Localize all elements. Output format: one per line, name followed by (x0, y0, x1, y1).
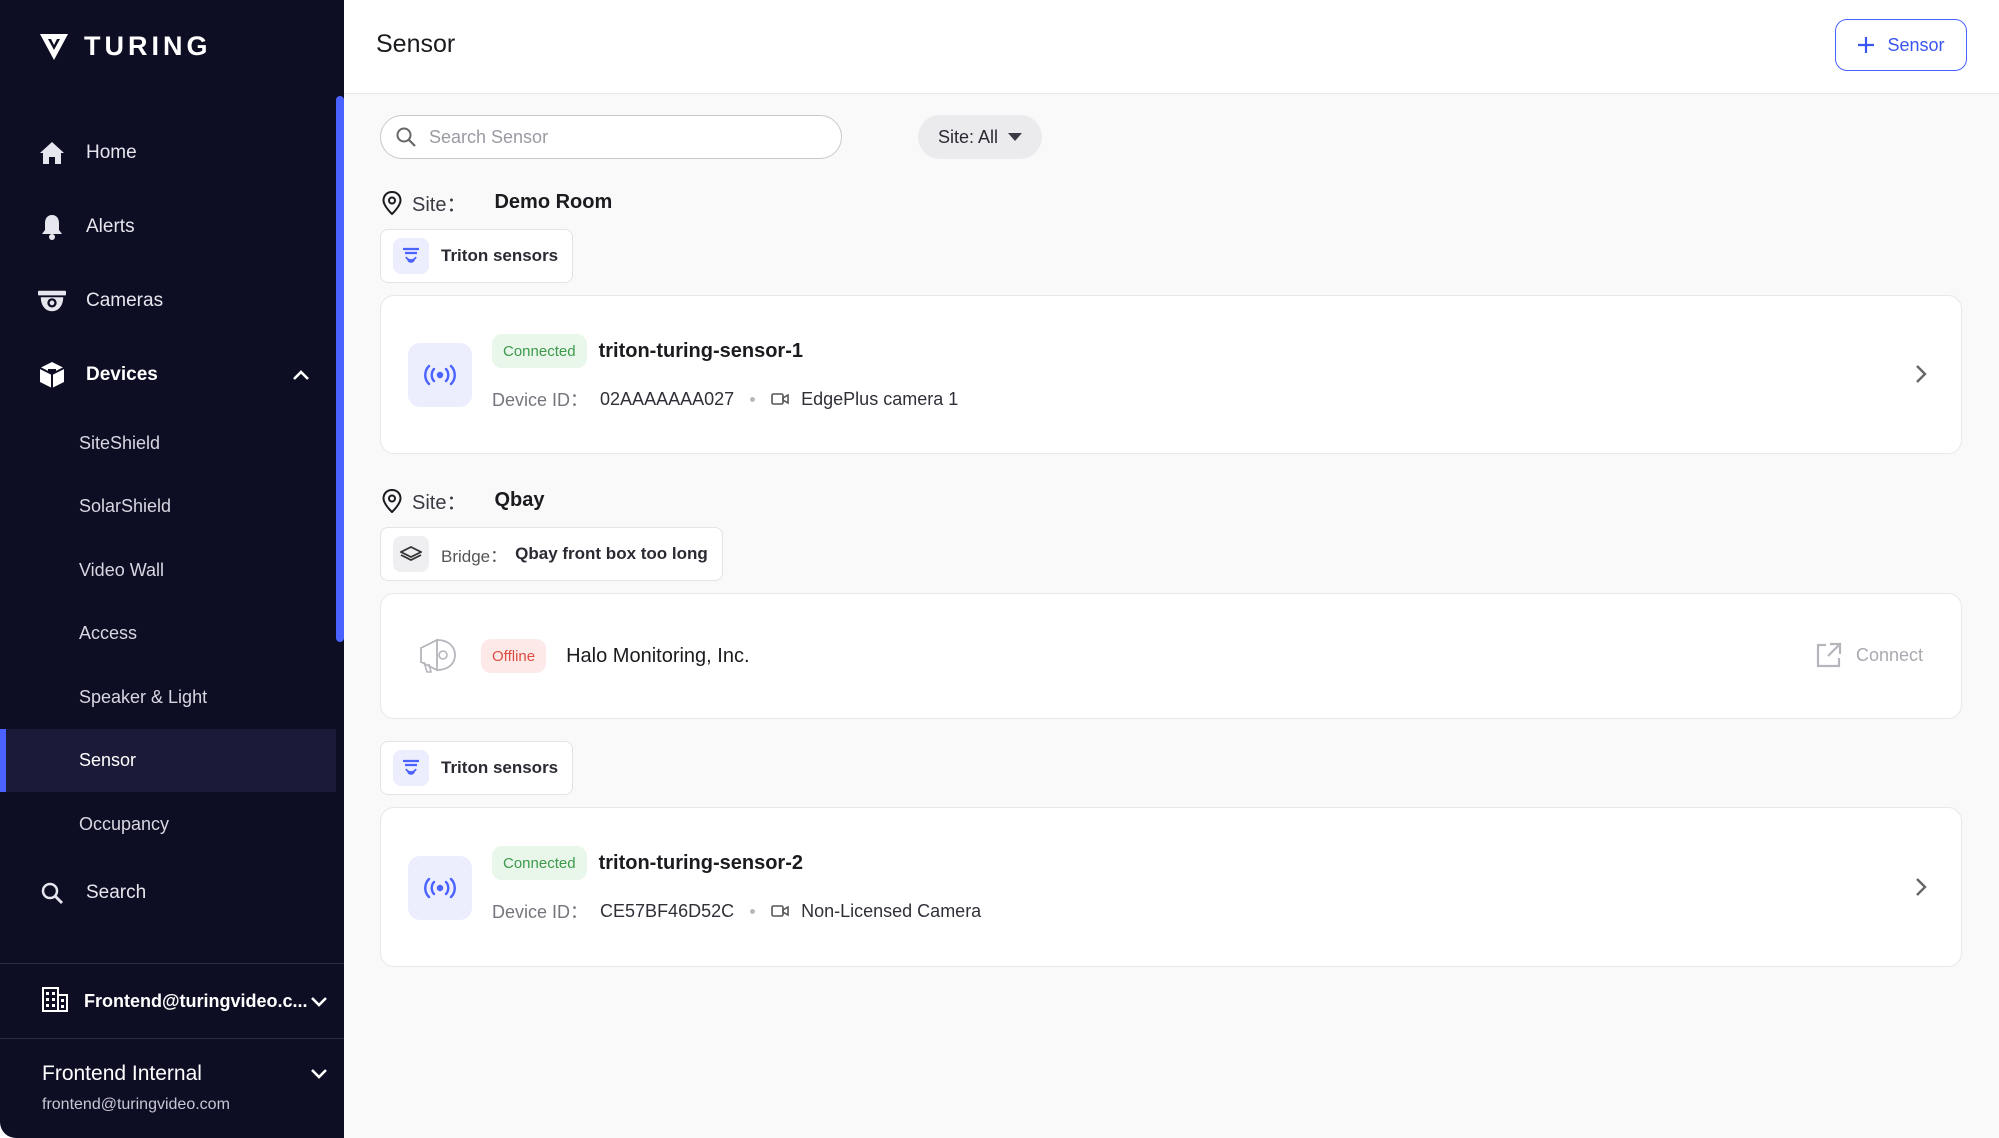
brand-logo[interactable]: TURING (38, 30, 212, 62)
video-camera-icon (771, 393, 789, 405)
chevron-down-icon (310, 992, 328, 1013)
sidebar-item-solarshield[interactable]: SolarShield (0, 475, 336, 538)
sensor-name: triton-turing-sensor-1 (598, 339, 803, 362)
site-label: Site： (412, 194, 467, 216)
connect-label: Connect (1855, 644, 1923, 665)
linked-camera: Non-Licensed Camera (801, 900, 982, 921)
nav-item-devices[interactable]: Devices (0, 343, 336, 407)
sensor-name: triton-turing-sensor-2 (598, 851, 803, 874)
nav-label-home: Home (86, 142, 137, 163)
triton-sensor-icon (393, 238, 429, 274)
connect-button[interactable]: Connect (1816, 642, 1923, 668)
page-header: Sensor Sensor (344, 0, 1999, 94)
sensor-signal-icon (408, 856, 472, 920)
halo-card: Offline Halo Monitoring, Inc. Connect (380, 593, 1962, 719)
chevron-up-icon[interactable] (292, 365, 310, 387)
sidebar-item-siteshield[interactable]: SiteShield (0, 412, 336, 475)
linked-camera: EdgePlus camera 1 (801, 388, 959, 409)
user-email: frontend@turingvideo.com (42, 1096, 230, 1113)
building-icon (42, 986, 68, 1017)
sidebar-item-speaker-light[interactable]: Speaker & Light (0, 666, 336, 729)
site-name: Demo Room (494, 191, 613, 213)
bell-icon (38, 213, 66, 241)
add-sensor-label: Sensor (1887, 34, 1945, 55)
device-id-value: 02AAAAAAA027 (600, 388, 735, 409)
halo-name: Halo Monitoring, Inc. (566, 644, 750, 667)
chevron-right-icon[interactable] (1915, 877, 1927, 902)
sidebar: TURING Home Alerts Cameras Devices SiteS… (0, 0, 344, 1138)
nav-label-devices: Devices (86, 364, 158, 385)
sidebar-item-access[interactable]: Access (0, 602, 336, 665)
status-badge: Offline (481, 639, 547, 673)
site-label: Site： (412, 492, 467, 514)
sensor-card-1[interactable]: Connected triton-turing-sensor-1 Device … (380, 295, 1962, 454)
halo-device-icon (415, 634, 459, 681)
plus-icon (1858, 37, 1875, 53)
device-id-value: CE57BF46D52C (600, 900, 735, 921)
separator-dot (750, 396, 756, 402)
sidebar-item-sensor[interactable]: Sensor (0, 729, 336, 792)
chevron-right-icon[interactable] (1915, 364, 1927, 389)
nav-item-search[interactable]: Search (0, 861, 336, 925)
sensor-meta: Device ID： CE57BF46D52C Non-Licensed Cam… (492, 898, 981, 924)
search-icon (396, 127, 416, 147)
site-header-qbay: Site： Qbay (382, 486, 545, 515)
nav-label-search: Search (86, 882, 147, 903)
site-header-demo-room: Site： Demo Room (382, 188, 612, 217)
nav-item-home[interactable]: Home (0, 121, 336, 185)
nav-item-alerts[interactable]: Alerts (0, 195, 336, 259)
sensor-meta: Device ID： 02AAAAAAA027 EdgePlus camera … (492, 386, 958, 412)
location-pin-icon (382, 488, 402, 513)
bridge-label: Bridge： (441, 546, 508, 566)
triton-sensors-group: Triton sensors (380, 741, 574, 795)
site-filter-dropdown[interactable]: Site: All (918, 115, 1042, 159)
sidebar-item-occupancy[interactable]: Occupancy (0, 793, 336, 856)
bridge-icon (393, 536, 429, 572)
bridge-chip: Bridge： Qbay front box too long (380, 527, 723, 581)
external-link-icon (1816, 642, 1842, 668)
sensor-card-2[interactable]: Connected triton-turing-sensor-2 Device … (380, 807, 1962, 967)
page-title: Sensor (376, 30, 456, 58)
search-input[interactable] (429, 126, 809, 148)
search-icon (38, 879, 66, 907)
sidebar-scrollbar[interactable] (336, 96, 344, 642)
caret-down-icon (1008, 133, 1023, 141)
search-box[interactable] (380, 115, 842, 159)
main-content: Site: All Site： Demo Room Triton sensors… (344, 94, 1999, 1138)
bridge-name: Qbay front box too long (515, 544, 708, 563)
camera-icon (38, 287, 66, 315)
home-icon (38, 139, 66, 167)
nav-item-cameras[interactable]: Cameras (0, 269, 336, 333)
site-name: Qbay (494, 489, 545, 511)
group-label: Triton sensors (441, 246, 559, 265)
triton-sensor-icon (393, 750, 429, 786)
status-badge: Connected (492, 334, 587, 368)
user-account[interactable]: Frontend Internal frontend@turingvideo.c… (42, 1062, 230, 1114)
group-label: Triton sensors (441, 758, 559, 777)
nav-label-alerts: Alerts (86, 216, 135, 237)
chevron-down-icon[interactable] (310, 1067, 328, 1085)
add-sensor-button[interactable]: Sensor (1835, 19, 1967, 71)
sidebar-item-video-wall[interactable]: Video Wall (0, 539, 336, 602)
nav-label-cameras: Cameras (86, 290, 164, 311)
org-selector[interactable]: Frontend@turingvideo.c... (0, 963, 344, 1039)
sensor-signal-icon (408, 343, 472, 407)
org-name: Frontend@turingvideo.c... (84, 990, 308, 1011)
cube-icon (38, 361, 66, 389)
separator-dot (750, 908, 756, 914)
video-camera-icon (771, 905, 789, 917)
site-filter-label: Site: All (937, 126, 999, 147)
user-name: Frontend Internal (42, 1062, 202, 1085)
location-pin-icon (382, 190, 402, 215)
turing-logo-icon (40, 34, 68, 60)
status-badge: Connected (492, 846, 587, 880)
brand-name: TURING (84, 30, 212, 61)
device-id-label: Device ID： (492, 390, 589, 410)
triton-sensors-group: Triton sensors (380, 229, 574, 283)
device-id-label: Device ID： (492, 902, 589, 922)
